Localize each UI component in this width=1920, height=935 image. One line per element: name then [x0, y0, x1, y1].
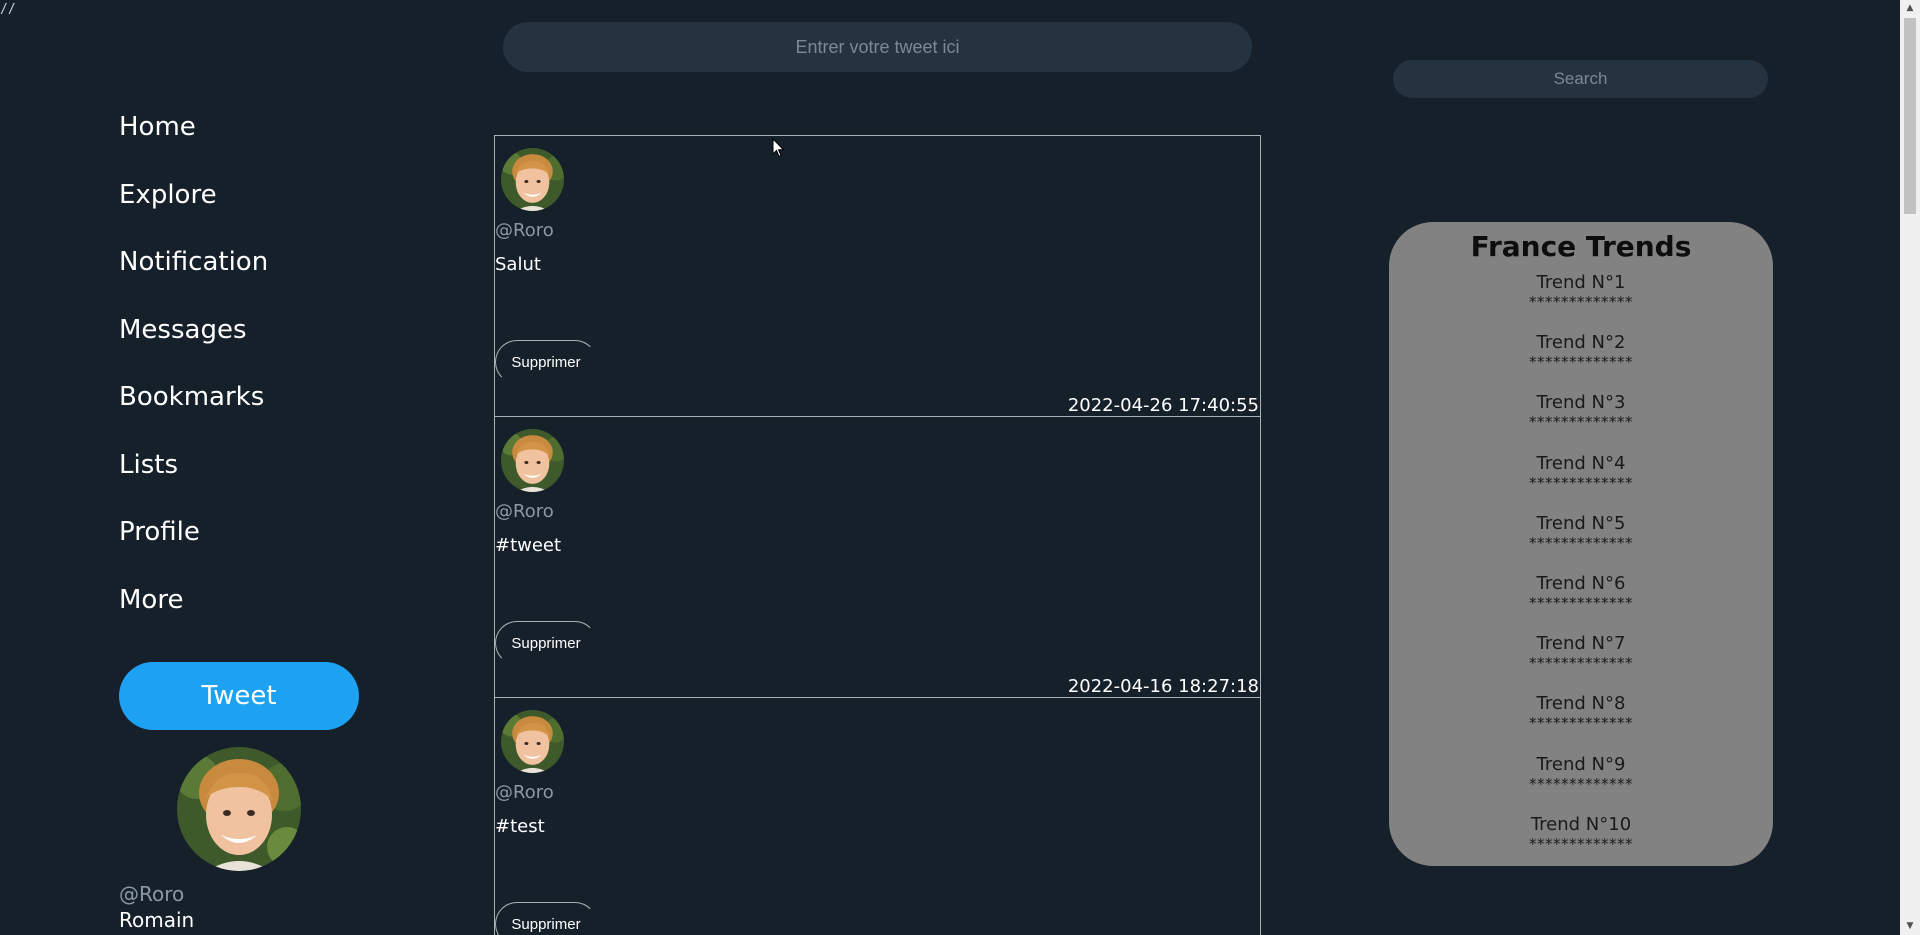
trend-item[interactable]: Trend N°1 ************* — [1389, 272, 1773, 332]
tweet-handle: @Roro — [495, 220, 554, 241]
trend-item[interactable]: Trend N°3 ************* — [1389, 392, 1773, 452]
trend-name: Trend N°10 — [1530, 813, 1632, 835]
trend-stars: ************* — [1529, 533, 1633, 552]
trend-item[interactable]: Trend N°8 ************* — [1389, 693, 1773, 753]
tweet-avatar[interactable] — [501, 148, 564, 211]
tweet-card: @Roro #test Supprimer — [495, 698, 1260, 935]
trend-item[interactable]: Trend N°7 ************* — [1389, 633, 1773, 693]
tweet-avatar[interactable] — [501, 429, 564, 492]
trend-item[interactable]: Trend N°4 ************* — [1389, 453, 1773, 513]
nav-item-messages[interactable]: Messages — [119, 315, 369, 383]
tweet-handle: @Roro — [495, 501, 554, 522]
tweet-button[interactable]: Tweet — [119, 662, 359, 730]
sidebar-nav: Home Explore Notification Messages Bookm… — [119, 112, 369, 652]
scroll-up-arrow-icon[interactable]: ▲ — [1900, 0, 1920, 17]
nav-item-bookmarks[interactable]: Bookmarks — [119, 382, 369, 450]
trend-stars: ************* — [1529, 774, 1633, 793]
trend-name: Trend N°6 — [1536, 572, 1626, 594]
tweet-avatar[interactable] — [501, 710, 564, 773]
tweet-text: Salut — [495, 254, 541, 275]
profile-name: Romain — [119, 908, 195, 932]
tweet-text: #test — [495, 816, 545, 837]
trend-name: Trend N°8 — [1536, 693, 1626, 715]
trend-stars: ************* — [1529, 473, 1633, 492]
nav-item-explore[interactable]: Explore — [119, 180, 369, 248]
nav-item-profile[interactable]: Profile — [119, 517, 369, 585]
nav-item-notification[interactable]: Notification — [119, 247, 369, 315]
trend-stars: ************* — [1529, 353, 1633, 372]
tweet-handle: @Roro — [495, 782, 554, 803]
trend-item[interactable]: Trend N°9 ************* — [1389, 754, 1773, 814]
mouse-cursor-icon — [772, 138, 785, 158]
trend-name: Trend N°4 — [1536, 452, 1626, 474]
tweet-feed: @Roro Salut Supprimer 2022-04-26 17:40:5… — [494, 135, 1261, 935]
trend-name: Trend N°7 — [1536, 633, 1626, 655]
tweet-card: @Roro #tweet Supprimer 2022-04-16 18:27:… — [495, 417, 1260, 698]
trend-item[interactable]: Trend N°6 ************* — [1389, 573, 1773, 633]
page-scrollbar[interactable]: ▲ ▼ — [1900, 0, 1920, 935]
trend-name: Trend N°1 — [1536, 272, 1626, 293]
page: // Home Explore Notification Messages Bo… — [0, 0, 1920, 935]
tweet-timestamp: 2022-04-16 18:27:18 — [1067, 676, 1259, 697]
tweet-composer-input[interactable] — [503, 22, 1252, 72]
delete-button[interactable]: Supprimer — [495, 902, 597, 935]
trend-stars: ************* — [1529, 654, 1633, 673]
avatar[interactable] — [177, 747, 301, 871]
trend-stars: ************* — [1529, 593, 1633, 612]
search-input[interactable] — [1393, 60, 1768, 98]
nav-item-more[interactable]: More — [119, 585, 369, 653]
trend-item[interactable]: Trend N°5 ************* — [1389, 513, 1773, 573]
trends-panel: France Trends Trend N°1 ************* Tr… — [1389, 222, 1773, 866]
profile-handle: @Roro — [119, 882, 185, 906]
tweet-text: #tweet — [495, 535, 562, 556]
avatar-image — [501, 710, 564, 773]
trend-name: Trend N°2 — [1536, 332, 1626, 354]
scroll-down-arrow-icon[interactable]: ▼ — [1900, 918, 1920, 935]
trend-stars: ************* — [1529, 413, 1633, 432]
delete-button[interactable]: Supprimer — [495, 621, 597, 665]
scrollbar-thumb[interactable] — [1904, 18, 1916, 214]
avatar-image — [177, 747, 301, 871]
corner-mark: // — [0, 2, 16, 17]
trend-item[interactable]: Trend N°2 ************* — [1389, 332, 1773, 392]
trend-stars: ************* — [1529, 834, 1633, 853]
avatar-image — [501, 429, 564, 492]
trend-stars: ************* — [1529, 714, 1633, 733]
trend-item[interactable]: Trend N°10 ************* — [1389, 814, 1773, 874]
trend-name: Trend N°9 — [1536, 753, 1626, 775]
trend-name: Trend N°3 — [1536, 392, 1626, 414]
tweet-card: @Roro Salut Supprimer 2022-04-26 17:40:5… — [495, 136, 1260, 417]
trends-title: France Trends — [1470, 230, 1692, 263]
delete-button[interactable]: Supprimer — [495, 340, 597, 384]
trend-name: Trend N°5 — [1536, 512, 1626, 534]
tweet-timestamp: 2022-04-26 17:40:55 — [1067, 395, 1259, 416]
avatar-image — [501, 148, 564, 211]
nav-item-lists[interactable]: Lists — [119, 450, 369, 518]
trend-stars: ************* — [1529, 293, 1633, 311]
nav-item-home[interactable]: Home — [119, 112, 369, 180]
